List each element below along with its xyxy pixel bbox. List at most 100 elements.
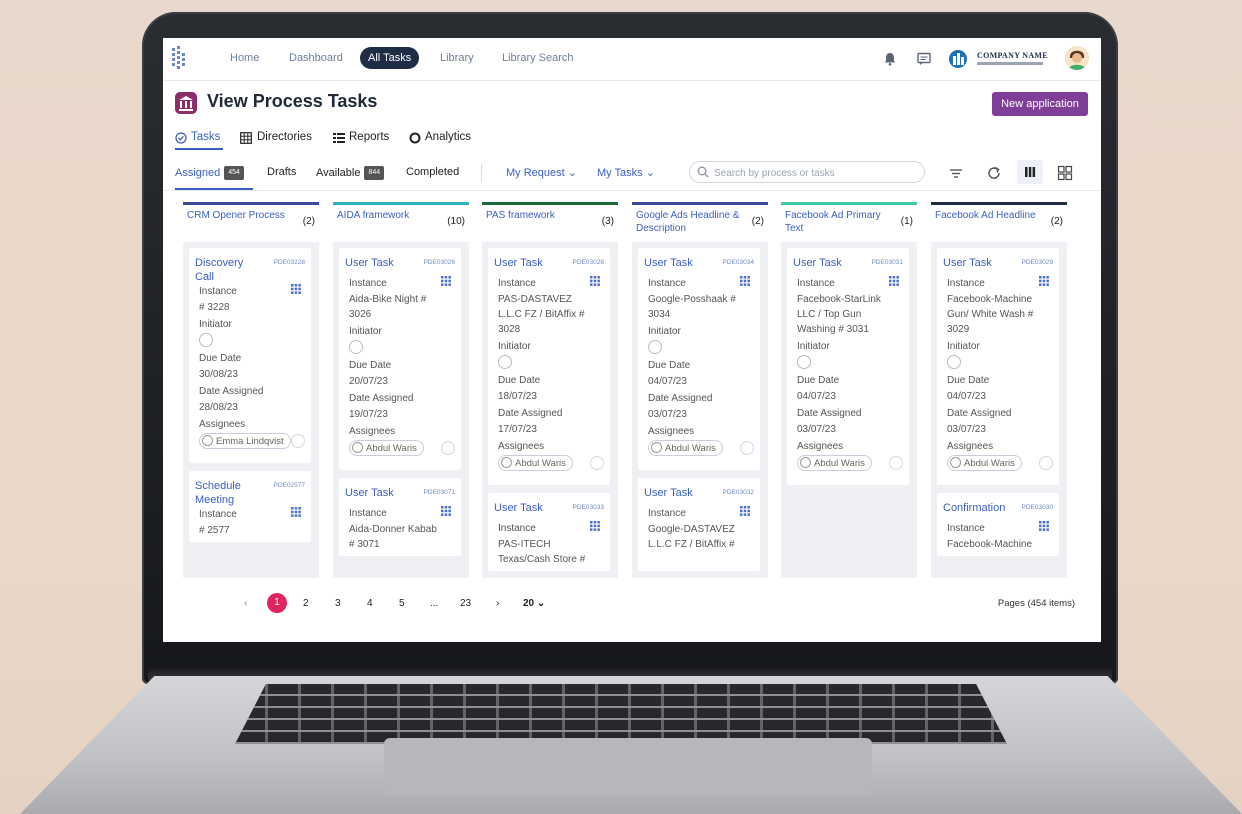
user-placeholder-icon	[199, 333, 213, 347]
page-1-button[interactable]: 1	[267, 593, 287, 613]
status-circle-icon[interactable]	[590, 456, 604, 470]
grid-icon[interactable]	[889, 276, 899, 286]
grid-icon[interactable]	[291, 507, 301, 517]
status-circle-icon[interactable]	[1039, 456, 1053, 470]
status-circle-icon[interactable]	[889, 456, 903, 470]
nav-all-tasks[interactable]: All Tasks	[360, 47, 420, 69]
assignee-name: Abdul Waris	[964, 458, 1015, 469]
column-count: (2)	[302, 216, 315, 227]
due-date-value: 04/07/23	[797, 391, 836, 402]
grid-icon[interactable]	[441, 506, 451, 516]
date-assigned-value: 03/07/23	[947, 424, 986, 435]
instance-label: Instance	[797, 278, 835, 289]
page-4-button[interactable]: 4	[367, 598, 373, 609]
task-card[interactable]: User Task PDE03071 Instance Aida-Donner Kab…	[339, 478, 461, 556]
grid-icon[interactable]	[740, 506, 750, 516]
column-title: Facebook Ad Headline	[935, 210, 1036, 221]
task-card[interactable]: User Task PDE03033 Instance PAS-ITECH Texas…	[488, 493, 610, 571]
new-application-button[interactable]: New application	[992, 92, 1088, 116]
bell-icon[interactable]	[883, 52, 897, 66]
filter-available[interactable]: Available 844	[316, 166, 385, 180]
tab-analytics[interactable]: Analytics	[425, 131, 471, 143]
task-id: PDE03033	[572, 504, 604, 511]
task-card[interactable]: User Task PDE03028 Instance PAS-DASTAVEZ L.…	[488, 248, 610, 485]
grid-icon[interactable]	[1039, 276, 1049, 286]
kanban-view-button[interactable]	[1017, 160, 1043, 184]
date-assigned-value: 28/08/23	[199, 402, 238, 413]
company-name: COMPANY NAME	[977, 51, 1048, 60]
user-placeholder-icon	[947, 355, 961, 369]
my-request-dropdown[interactable]: My Request ⌄	[506, 166, 577, 179]
assignee-name: Abdul Waris	[366, 443, 417, 454]
task-card[interactable]: User Task PDE03026 Instance Aida-Bike Night…	[339, 248, 461, 470]
next-page-icon[interactable]: ›	[496, 598, 499, 609]
status-circle-icon[interactable]	[291, 434, 305, 448]
refresh-icon[interactable]	[985, 164, 1003, 182]
filter-assigned-label: Assigned	[175, 166, 221, 179]
status-circle-icon[interactable]	[740, 441, 754, 455]
assignee-chip[interactable]: Abdul Waris	[349, 440, 424, 456]
tab-reports[interactable]: Reports	[349, 131, 389, 143]
chat-icon[interactable]	[917, 52, 931, 66]
assignee-chip[interactable]: Emma Lindqvist	[199, 433, 291, 449]
grid-icon[interactable]	[1039, 521, 1049, 531]
nav-dashboard[interactable]: Dashboard	[289, 52, 343, 64]
grid-view-icon[interactable]	[1056, 164, 1074, 182]
instance-label: Instance	[947, 278, 985, 289]
grid-icon[interactable]	[291, 284, 301, 294]
tab-tasks[interactable]: Tasks	[191, 131, 220, 143]
assignee-chip[interactable]: Abdul Waris	[947, 455, 1022, 471]
grid-icon[interactable]	[590, 521, 600, 531]
task-card[interactable]: User Task PDE03032 Instance Google-DASTAVEZ…	[638, 478, 760, 571]
task-title: Discovery Call	[195, 257, 244, 283]
task-id: PDE03228	[273, 259, 305, 266]
assignee-chip[interactable]: Abdul Waris	[648, 440, 723, 456]
task-title: User Task	[793, 257, 842, 269]
assignee-chip[interactable]: Abdul Waris	[797, 455, 872, 471]
instance-value: # 2577	[199, 525, 230, 536]
app-logo-icon[interactable]	[171, 46, 189, 72]
column-count: (1)	[900, 216, 913, 227]
filter-icon[interactable]	[947, 164, 965, 182]
table-icon	[240, 132, 252, 144]
kanban-column: AIDA framework (10) User Task PDE03026 Insta…	[333, 202, 469, 578]
nav-library-search[interactable]: Library Search	[502, 52, 574, 64]
tab-directories[interactable]: Directories	[257, 131, 312, 143]
instance-value: Aida-Donner Kabab # 3071	[349, 524, 437, 550]
task-card[interactable]: User Task PDE03031 Instance Facebook-StarLi…	[787, 248, 909, 485]
task-card[interactable]: User Task PDE03034 Instance Google-Posshaak…	[638, 248, 760, 470]
grid-icon[interactable]	[441, 276, 451, 286]
user-avatar[interactable]	[1065, 46, 1089, 70]
nav-library[interactable]: Library	[440, 52, 474, 64]
task-card[interactable]: Discovery Call PDE03228 Instance # 3228 Init…	[189, 248, 311, 463]
instance-label: Instance	[498, 278, 536, 289]
column-title: CRM Opener Process	[187, 210, 285, 221]
date-assigned-value: 03/07/23	[648, 409, 687, 420]
status-circle-icon[interactable]	[441, 441, 455, 455]
initiator-label: Initiator	[498, 341, 531, 352]
per-page-select[interactable]: 20 ⌄	[523, 598, 545, 609]
grid-icon[interactable]	[740, 276, 750, 286]
assignee-chip[interactable]: Abdul Waris	[498, 455, 573, 471]
page-23-button[interactable]: 23	[460, 598, 471, 609]
date-assigned-value: 03/07/23	[797, 424, 836, 435]
my-tasks-dropdown[interactable]: My Tasks ⌄	[597, 166, 655, 179]
filter-assigned[interactable]: Assigned 454	[175, 166, 244, 180]
task-title: User Task	[644, 257, 693, 269]
task-card[interactable]: User Task PDE03029 Instance Facebook-Machin…	[937, 248, 1059, 485]
task-card[interactable]: Schedule Meeting PDE02577 Instance # 2577	[189, 471, 311, 542]
page-5-button[interactable]: 5	[399, 598, 405, 609]
instance-label: Instance	[349, 278, 387, 289]
previous-page-icon[interactable]: ‹	[244, 598, 247, 609]
filter-completed[interactable]: Completed	[406, 166, 459, 178]
filter-drafts[interactable]: Drafts	[267, 166, 296, 178]
date-assigned-value: 19/07/23	[349, 409, 388, 420]
task-card[interactable]: Confirmation PDE03030 Instance Facebook-Mac…	[937, 493, 1059, 556]
search-input[interactable]	[712, 165, 916, 181]
column-count: (10)	[447, 216, 465, 227]
page-3-button[interactable]: 3	[335, 598, 341, 609]
page-2-button[interactable]: 2	[303, 598, 309, 609]
task-title: User Task	[494, 257, 543, 269]
grid-icon[interactable]	[590, 276, 600, 286]
nav-home[interactable]: Home	[230, 52, 259, 64]
